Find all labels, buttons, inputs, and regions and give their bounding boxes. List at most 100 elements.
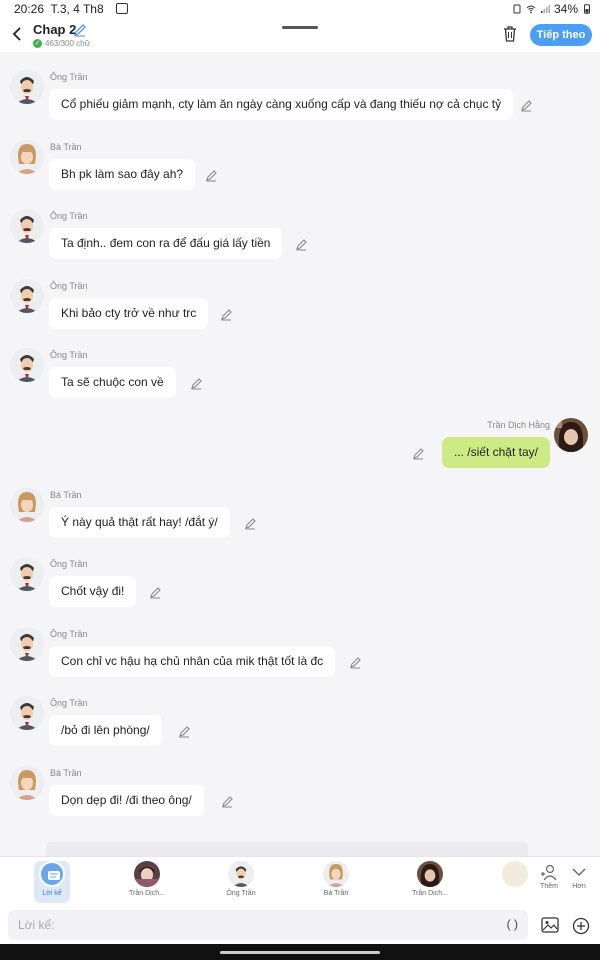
message-bubble[interactable]: Ta định.. đem con ra để đấu giá lấy tiền — [49, 228, 283, 259]
message-item: Ông Trần Ta định.. đem con ra để đấu giá… — [0, 191, 600, 261]
narrator-icon — [39, 861, 65, 887]
message-item: Ông Trần Chốt vậy đi! — [0, 539, 600, 609]
chapter-title: Chap 2 — [33, 22, 77, 37]
add-person-icon — [541, 864, 557, 881]
word-count: ✓ 463/300 chữ — [33, 39, 90, 48]
character-tran-dich-1[interactable]: Trần Dịch... — [117, 861, 177, 903]
message-input-wrapper: ( ) — [8, 910, 528, 940]
message-bubble[interactable]: Ý này quả thật rất hay! /đắt ý/ — [49, 507, 230, 538]
speaker-name: Ông Trần — [50, 72, 88, 82]
more-button[interactable]: Hơn — [564, 863, 594, 890]
message-bubble[interactable]: Dọn dẹp đi! /đi theo ông/ — [49, 785, 204, 816]
avatar-ba-tran[interactable] — [10, 488, 44, 522]
add-label: Thêm — [540, 883, 558, 890]
alarm-icon — [513, 4, 521, 14]
back-icon[interactable] — [8, 24, 28, 44]
speaker-name: Ông Trần — [50, 350, 88, 360]
avatar-ong-tran[interactable] — [10, 70, 44, 104]
message-bubble[interactable]: Khi bảo cty trở về như trc — [49, 298, 209, 329]
home-gesture-bar[interactable] — [220, 951, 380, 954]
avatar-ong-tran[interactable] — [10, 557, 44, 591]
message-bubble[interactable]: ... /siết chặt tay/ — [441, 437, 550, 468]
message-item: Trần Dịch Hằng ... /siết chặt tay/ — [0, 400, 600, 470]
speaker-name: Trần Dịch Hằng — [487, 420, 550, 430]
speaker-name: Bà Trần — [50, 768, 82, 778]
message-item: Ông Trần Con chỉ vc hậu hạ chủ nhân của … — [0, 609, 600, 679]
character-ong-tran[interactable]: Ông Trần — [211, 861, 271, 903]
edit-message-icon[interactable] — [349, 656, 362, 669]
speaker-name: Ông Trần — [50, 629, 88, 639]
plus-circle-icon[interactable] — [572, 917, 590, 935]
avatar-ba-tran[interactable] — [10, 140, 44, 174]
avatar-ong-tran[interactable] — [10, 696, 44, 730]
character-tran-dich-hang[interactable]: Trần Dịch... — [400, 861, 460, 903]
status-right: 34% — [512, 2, 592, 16]
edit-message-icon[interactable] — [220, 308, 233, 321]
editor-header: Chap 2 ✓ 463/300 chữ Tiếp theo — [0, 18, 600, 52]
avatar-tran-dich-1 — [134, 861, 160, 887]
wifi-icon — [526, 5, 536, 14]
character-label: Trần Dịch... — [412, 890, 448, 897]
status-time: 20:26 T.3, 4 Th8 — [14, 2, 104, 16]
signal-icon — [540, 5, 550, 13]
speaker-name: Ông Trần — [50, 559, 88, 569]
character-label: Trần Dịch... — [129, 890, 165, 897]
system-nav-bar — [0, 944, 600, 960]
avatar-tran-dich-hang[interactable] — [554, 418, 588, 452]
avatar-ong-tran[interactable] — [10, 627, 44, 661]
message-bubble[interactable]: /bỏ đi lên phòng/ — [49, 715, 162, 746]
speaker-name: Ông Trần — [50, 211, 88, 221]
input-bar: ( ) — [0, 906, 600, 944]
paren-button[interactable]: ( ) — [507, 917, 518, 931]
character-narrator[interactable]: Lời kể — [34, 861, 70, 903]
character-ba-tran[interactable]: Bà Trần — [306, 861, 366, 903]
more-label: Hơn — [572, 883, 586, 890]
avatar-ong-tran[interactable] — [10, 279, 44, 313]
next-button[interactable]: Tiếp theo — [530, 24, 592, 46]
message-item: Bà Trần Ý này quả thật rất hay! /đắt ý/ — [0, 470, 600, 540]
character-partial[interactable] — [500, 861, 530, 903]
edit-message-icon[interactable] — [520, 99, 533, 112]
image-icon[interactable] — [541, 917, 559, 933]
word-count-text: 463/300 chữ — [45, 39, 90, 48]
edit-message-icon[interactable] — [412, 447, 425, 460]
avatar-ong-tran — [228, 861, 254, 887]
status-bar: 20:26 T.3, 4 Th8 34% — [0, 0, 600, 18]
message-bubble[interactable]: Ta sẽ chuộc con về — [49, 367, 176, 398]
edit-message-icon[interactable] — [178, 725, 191, 738]
check-icon: ✓ — [33, 39, 42, 48]
message-item: Ông Trần Khi bảo cty trở về như trc — [0, 261, 600, 331]
edit-title-icon[interactable] — [73, 23, 87, 37]
speaker-name: Bà Trần — [50, 490, 82, 500]
avatar-ba-tran — [323, 861, 349, 887]
avatar-ong-tran[interactable] — [10, 209, 44, 243]
edit-message-icon[interactable] — [244, 517, 257, 530]
speaker-name: Bà Trần — [50, 142, 82, 152]
avatar-ong-tran[interactable] — [10, 348, 44, 382]
add-character-button[interactable]: Thêm — [534, 863, 564, 890]
message-bubble[interactable]: Con chỉ vc hậu hạ chủ nhân của mik thật … — [49, 646, 336, 677]
avatar-tran-dich-hang — [417, 861, 443, 887]
edit-message-icon[interactable] — [190, 377, 203, 390]
drag-handle[interactable] — [282, 26, 318, 29]
message-bubble[interactable]: Bh pk làm sao đây ah? — [49, 159, 196, 190]
message-input[interactable] — [8, 910, 478, 940]
message-item: Bà Trần Dọn dẹp đi! /đi theo ông/ — [0, 748, 600, 818]
character-bar: Lời kể Trần Dịch... Ông Trần Bà Trần Trầ… — [0, 856, 600, 906]
message-bubble[interactable]: Chốt vậy đi! — [49, 576, 137, 607]
battery-icon — [584, 4, 590, 14]
character-label: Bà Trần — [323, 890, 349, 897]
message-item: Ông Trần Ta sẽ chuộc con về — [0, 330, 600, 400]
trash-icon[interactable] — [502, 25, 518, 43]
edit-message-icon[interactable] — [205, 169, 218, 182]
chat-area[interactable]: Ông Trần Cổ phiếu giảm mạnh, cty làm ăn … — [0, 52, 600, 856]
avatar-ba-tran[interactable] — [10, 766, 44, 800]
speaker-name: Ông Trần — [50, 698, 88, 708]
cut-off-message — [46, 842, 528, 856]
character-label: Lời kể — [42, 890, 62, 897]
edit-message-icon[interactable] — [221, 795, 234, 808]
edit-message-icon[interactable] — [149, 586, 162, 599]
message-bubble[interactable]: Cổ phiếu giảm mạnh, cty làm ăn ngày càng… — [49, 89, 514, 120]
message-item: Ông Trần /bỏ đi lên phòng/ — [0, 678, 600, 748]
edit-message-icon[interactable] — [295, 238, 308, 251]
